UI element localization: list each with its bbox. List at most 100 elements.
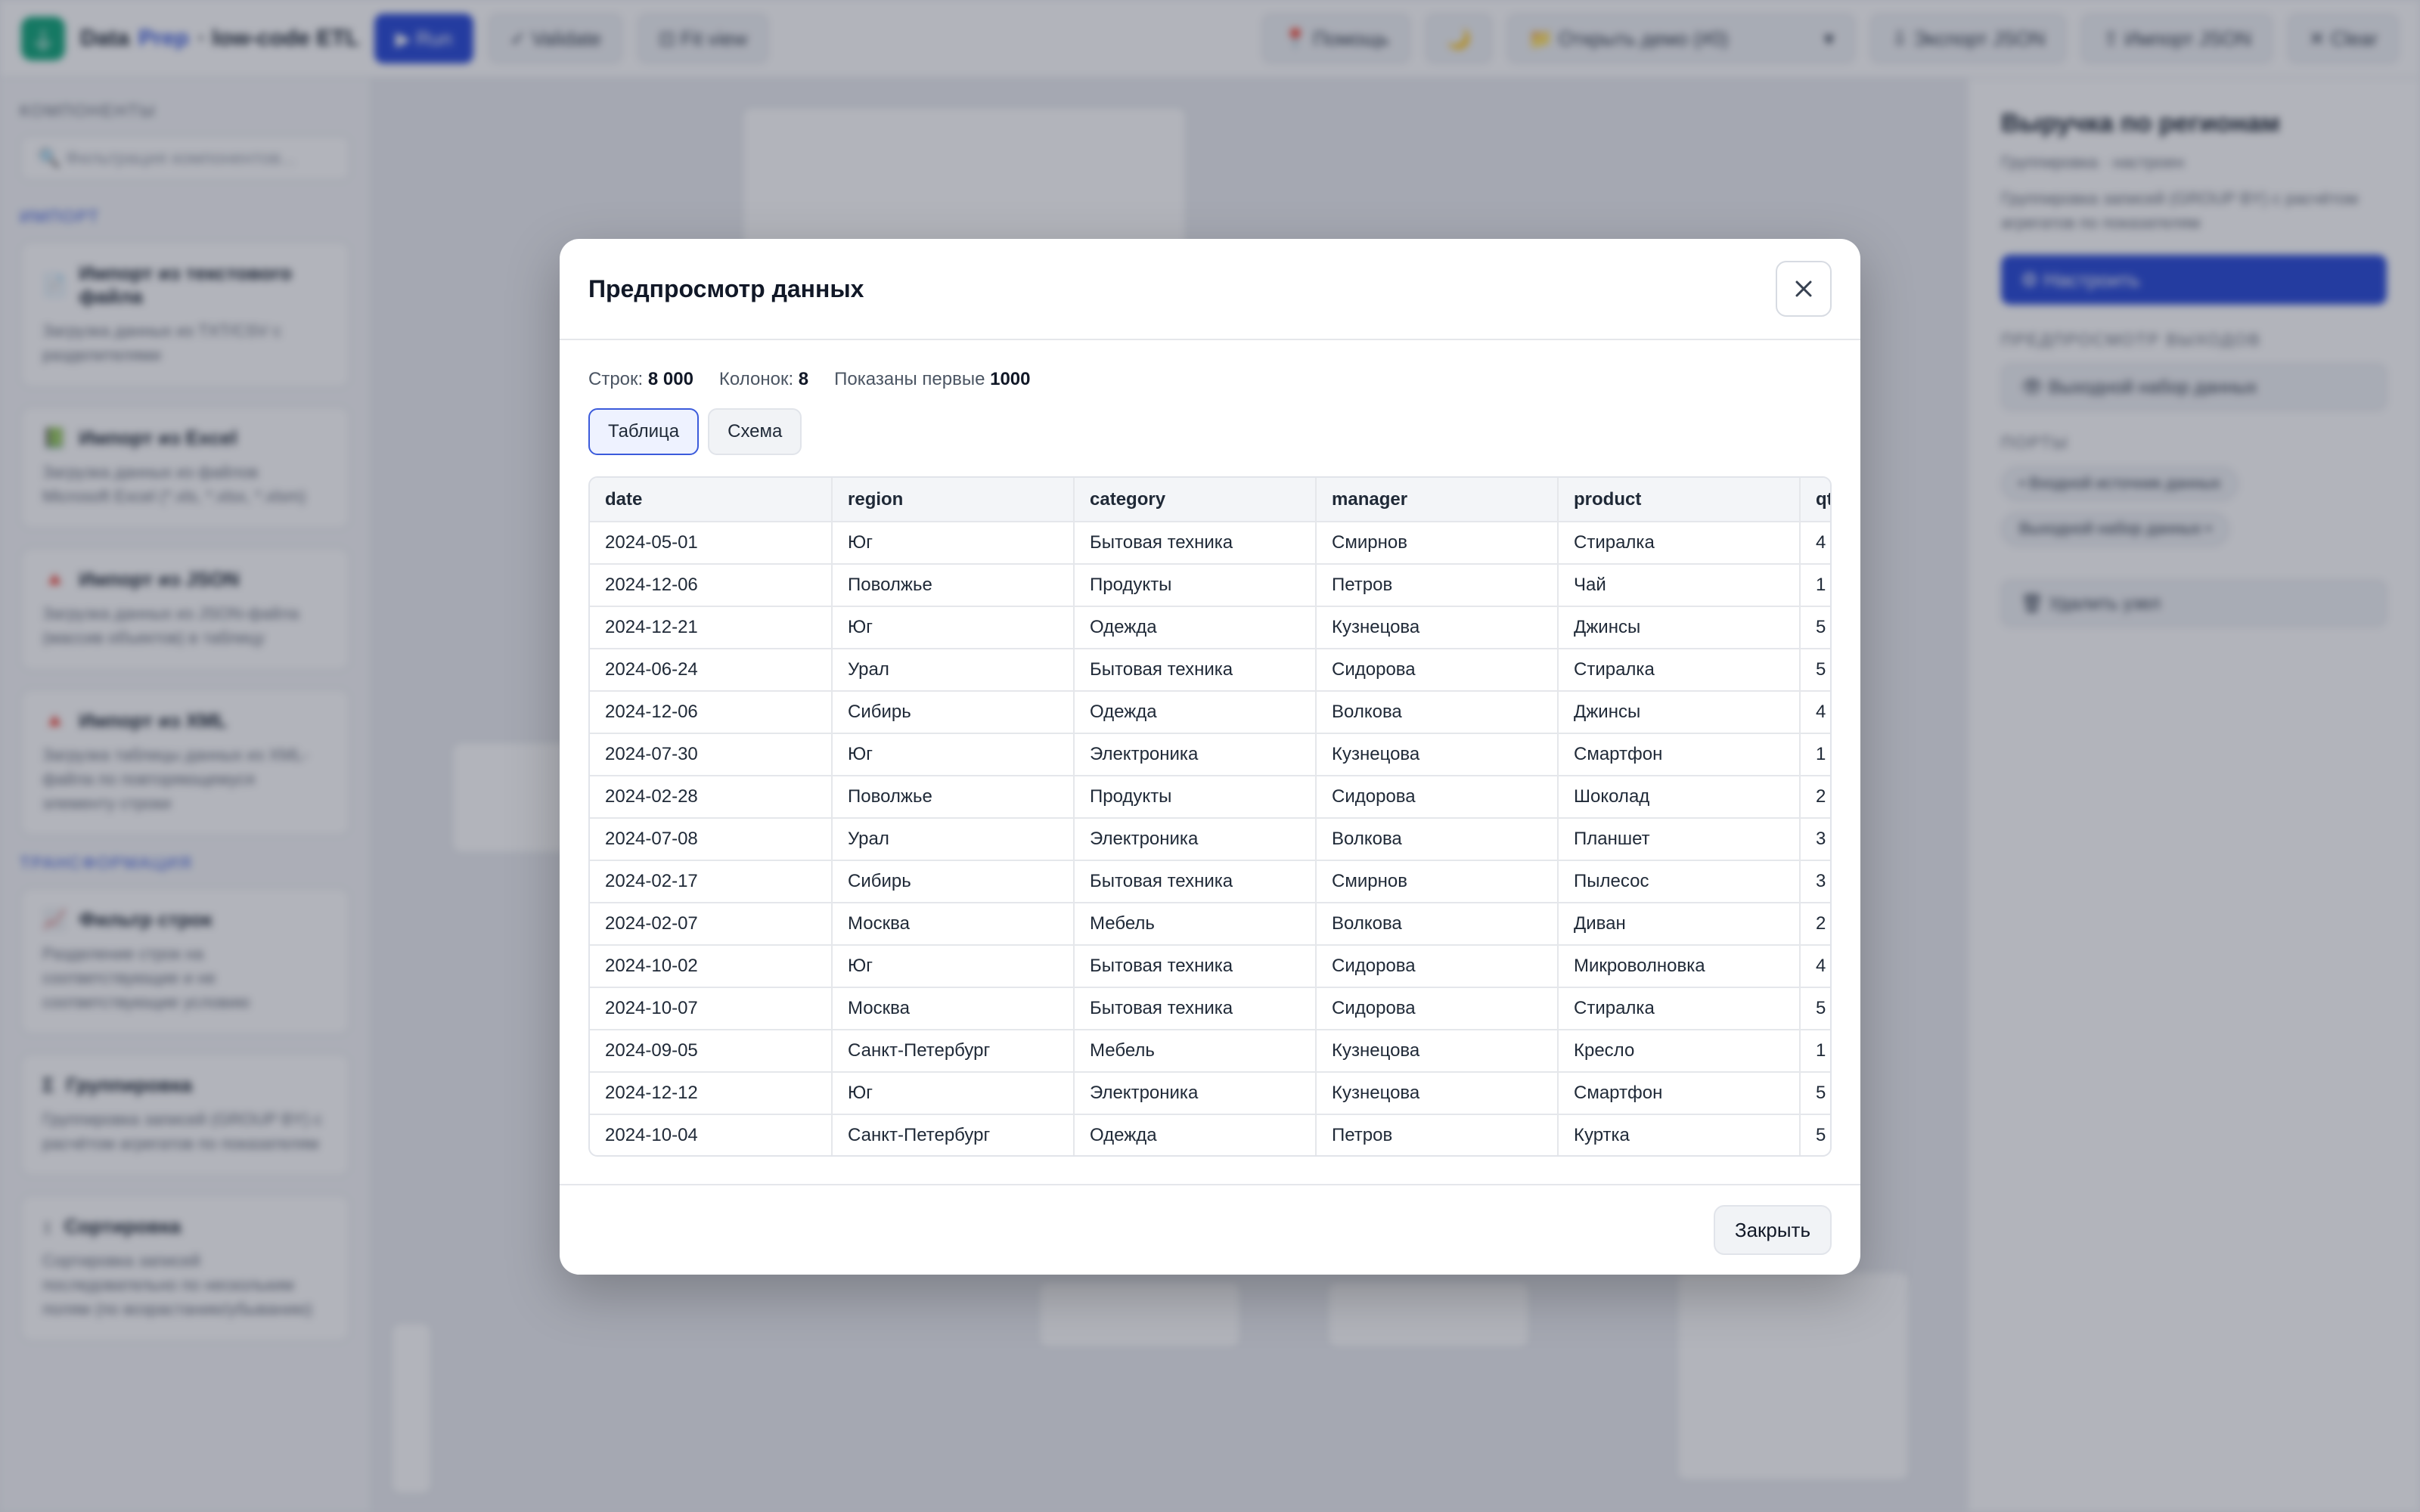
- table-cell: Продукты: [1074, 776, 1317, 819]
- table-cell: Москва: [832, 903, 1075, 946]
- table-row[interactable]: 2024-06-24 Урал Бытовая техника Сидорова Сти…: [590, 649, 1830, 692]
- table-cell: Смирнов: [1316, 860, 1559, 903]
- table-cell: Юг: [832, 945, 1075, 988]
- table-cell: Джинсы: [1558, 691, 1801, 734]
- table-cell: 2024-02-28: [590, 776, 833, 819]
- table-row[interactable]: 2024-12-21 Юг Одежда Кузнецова Джинсы 5: [590, 606, 1830, 649]
- table-row[interactable]: 2024-07-08 Урал Электроника Волкова Планшет 3: [590, 818, 1830, 861]
- table-cell: Планшет: [1558, 818, 1801, 861]
- table-cell: 2024-02-07: [590, 903, 833, 946]
- table-row[interactable]: 2024-12-06 Сибирь Одежда Волкова Джинсы 4: [590, 691, 1830, 734]
- table-cell: Стиралка: [1558, 522, 1801, 565]
- table-cell: Бытовая техника: [1074, 649, 1317, 692]
- table-cell: 5: [1800, 1114, 1830, 1155]
- table-cell: Бытовая техника: [1074, 522, 1317, 565]
- modal-footer: Закрыть: [560, 1184, 1860, 1275]
- table-cell: Сидорова: [1316, 987, 1559, 1030]
- table-cell: 1: [1800, 564, 1830, 607]
- table-cell: Санкт-Петербург: [832, 1114, 1075, 1155]
- table-row[interactable]: 2024-10-02 Юг Бытовая техника Сидорова Микро…: [590, 945, 1830, 988]
- table-cell: Одежда: [1074, 691, 1317, 734]
- table-row[interactable]: 2024-05-01 Юг Бытовая техника Смирнов Стирал…: [590, 522, 1830, 565]
- table-row[interactable]: 2024-02-07 Москва Мебель Волкова Диван 2: [590, 903, 1830, 946]
- table-cell: Шоколад: [1558, 776, 1801, 819]
- table-row[interactable]: 2024-07-30 Юг Электроника Кузнецова Смартфон…: [590, 733, 1830, 776]
- table-cell: Урал: [832, 818, 1075, 861]
- table-cell: Волкова: [1316, 691, 1559, 734]
- data-preview-modal: Предпросмотр данных Строк: 8 000 Колонок…: [560, 239, 1860, 1275]
- table-cell: Смирнов: [1316, 522, 1559, 565]
- table-row[interactable]: 2024-02-28 Поволжье Продукты Сидорова Шокола…: [590, 776, 1830, 819]
- table-cell: 2024-10-07: [590, 987, 833, 1030]
- table-cell: 2024-12-06: [590, 564, 833, 607]
- columns-stat: Колонок: 8: [718, 369, 809, 389]
- table-cell: Бытовая техника: [1074, 945, 1317, 988]
- table-cell: 5: [1800, 649, 1830, 692]
- table-cell: Смартфон: [1558, 733, 1801, 776]
- table-cell: 2024-02-17: [590, 860, 833, 903]
- rows-stat: Строк: 8 000: [588, 369, 693, 389]
- shown-stat: Показаны первые 1000: [834, 369, 1031, 389]
- table-cell: 3: [1800, 860, 1830, 903]
- table-cell: Продукты: [1074, 564, 1317, 607]
- table-cell: Электроника: [1074, 1072, 1317, 1115]
- column-header[interactable]: qty: [1800, 478, 1830, 522]
- table-cell: Кузнецова: [1316, 733, 1559, 776]
- table-cell: Стиралка: [1558, 649, 1801, 692]
- modal-body: Строк: 8 000 Колонок: 8 Показаны первые …: [560, 340, 1860, 1157]
- close-icon: [1795, 280, 1812, 297]
- table-cell: Юг: [832, 606, 1075, 649]
- table-cell: 4: [1800, 522, 1830, 565]
- table-cell: 1: [1800, 1030, 1830, 1073]
- table-row[interactable]: 2024-10-07 Москва Бытовая техника Сидорова С…: [590, 987, 1830, 1030]
- table-cell: Диван: [1558, 903, 1801, 946]
- table-cell: Чай: [1558, 564, 1801, 607]
- column-header[interactable]: manager: [1316, 478, 1559, 522]
- table-cell: Кузнецова: [1316, 1030, 1559, 1073]
- table-cell: Волкова: [1316, 903, 1559, 946]
- close-button[interactable]: Закрыть: [1713, 1205, 1832, 1255]
- table-cell: Пылесос: [1558, 860, 1801, 903]
- table-cell: Бытовая техника: [1074, 860, 1317, 903]
- modal-close-button[interactable]: [1776, 261, 1832, 317]
- table-cell: Смартфон: [1558, 1072, 1801, 1115]
- table-row[interactable]: 2024-12-06 Поволжье Продукты Петров Чай 1: [590, 564, 1830, 607]
- table-cell: Стиралка: [1558, 987, 1801, 1030]
- table-cell: Юг: [832, 1072, 1075, 1115]
- dataset-stats: Строк: 8 000 Колонок: 8 Показаны первые …: [588, 369, 1832, 390]
- table-cell: Москва: [832, 987, 1075, 1030]
- table-cell: Мебель: [1074, 1030, 1317, 1073]
- modal-header: Предпросмотр данных: [560, 239, 1860, 340]
- table-cell: 5: [1800, 606, 1830, 649]
- table-cell: Поволжье: [832, 564, 1075, 607]
- tab-schema[interactable]: Схема: [708, 408, 802, 455]
- table-cell: 2024-07-08: [590, 818, 833, 861]
- table-cell: Электроника: [1074, 818, 1317, 861]
- table-cell: Электроника: [1074, 733, 1317, 776]
- table-cell: 5: [1800, 1072, 1830, 1115]
- table-cell: 2024-10-02: [590, 945, 833, 988]
- preview-tabs: Таблица Схема: [588, 408, 1832, 455]
- table-cell: Сибирь: [832, 691, 1075, 734]
- table-cell: Куртка: [1558, 1114, 1801, 1155]
- table-cell: Мебель: [1074, 903, 1317, 946]
- preview-table-container[interactable]: date region category manager product qty…: [588, 476, 1832, 1157]
- table-cell: Сибирь: [832, 860, 1075, 903]
- table-row[interactable]: 2024-10-04 Санкт-Петербург Одежда Петров Кур…: [590, 1114, 1830, 1155]
- table-cell: 1: [1800, 733, 1830, 776]
- tab-table[interactable]: Таблица: [588, 408, 700, 455]
- column-header[interactable]: product: [1558, 478, 1801, 522]
- column-header[interactable]: category: [1074, 478, 1317, 522]
- table-row[interactable]: 2024-12-12 Юг Электроника Кузнецова Смартфон…: [590, 1072, 1830, 1115]
- column-header[interactable]: region: [832, 478, 1075, 522]
- table-cell: 2024-09-05: [590, 1030, 833, 1073]
- table-row[interactable]: 2024-02-17 Сибирь Бытовая техника Смирнов Пы…: [590, 860, 1830, 903]
- table-cell: 2: [1800, 776, 1830, 819]
- table-cell: 4: [1800, 945, 1830, 988]
- table-cell: 2024-10-04: [590, 1114, 833, 1155]
- column-header[interactable]: date: [590, 478, 833, 522]
- table-cell: Поволжье: [832, 776, 1075, 819]
- table-cell: 2024-12-21: [590, 606, 833, 649]
- table-cell: Кресло: [1558, 1030, 1801, 1073]
- table-row[interactable]: 2024-09-05 Санкт-Петербург Мебель Кузнецова…: [590, 1030, 1830, 1073]
